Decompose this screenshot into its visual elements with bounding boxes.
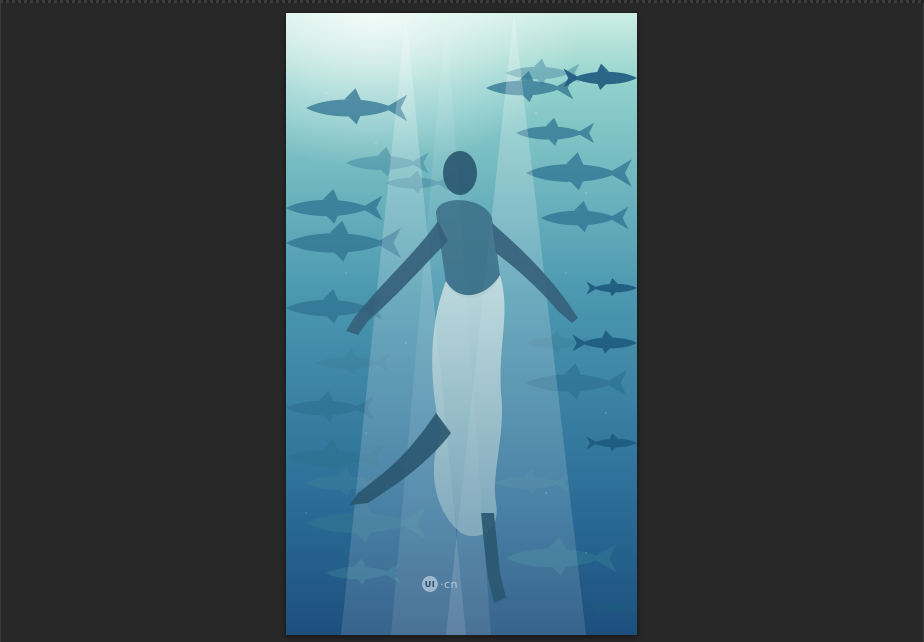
ui-cn-logo: UI ·cn	[422, 576, 458, 592]
canvas-workspace[interactable]: UI ·cn	[0, 0, 924, 642]
document-canvas[interactable]: UI ·cn	[286, 13, 637, 635]
left-edge	[0, 3, 1, 642]
logo-text: ·cn	[440, 577, 459, 591]
artwork-image	[286, 13, 637, 635]
top-edge-ruler	[0, 0, 924, 3]
logo-mark: UI	[422, 576, 438, 592]
